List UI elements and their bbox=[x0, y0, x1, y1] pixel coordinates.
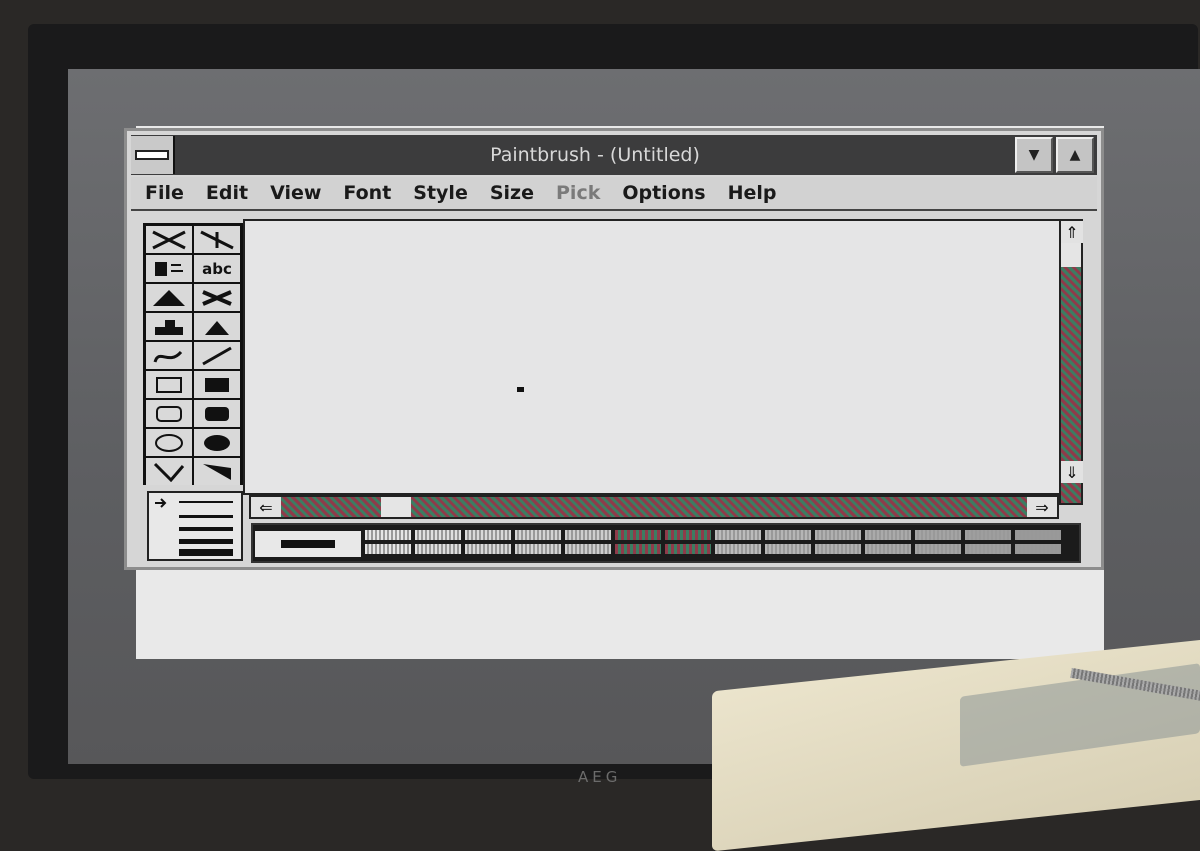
palette-swatch[interactable] bbox=[965, 530, 1011, 540]
paintbrush-window: Paintbrush - (Untitled) ▼ ▲ File Edit Vi… bbox=[124, 128, 1104, 570]
system-menu-icon bbox=[135, 150, 169, 160]
palette-swatch[interactable] bbox=[365, 544, 411, 554]
pick-icon[interactable] bbox=[194, 226, 240, 253]
palette-swatch[interactable] bbox=[665, 544, 711, 554]
palette-swatch[interactable] bbox=[615, 530, 661, 540]
menu-edit[interactable]: Edit bbox=[206, 182, 248, 204]
palette-swatch[interactable] bbox=[765, 544, 811, 554]
scroll-left-arrow[interactable]: ⇐ bbox=[251, 497, 281, 517]
palette-swatch[interactable] bbox=[665, 530, 711, 540]
filled-circle-icon[interactable] bbox=[194, 429, 240, 456]
palette-swatch[interactable] bbox=[365, 530, 411, 540]
rounded-box-icon[interactable] bbox=[146, 400, 192, 427]
mouse-cursor bbox=[517, 387, 524, 392]
menu-file[interactable]: File bbox=[145, 182, 184, 204]
palette-swatch[interactable] bbox=[865, 544, 911, 554]
title-bar: Paintbrush - (Untitled) ▼ ▲ bbox=[131, 135, 1097, 175]
drawing-canvas[interactable] bbox=[243, 219, 1061, 495]
filled-polygon-icon[interactable] bbox=[194, 458, 240, 485]
menu-pick[interactable]: Pick bbox=[556, 182, 600, 204]
color-palette bbox=[251, 523, 1081, 563]
window-title: Paintbrush - (Untitled) bbox=[490, 144, 700, 166]
minimize-icon: ▼ bbox=[1028, 147, 1040, 163]
palette-swatch[interactable] bbox=[615, 544, 661, 554]
scroll-down-arrow[interactable]: ⇓ bbox=[1061, 461, 1083, 483]
palette-swatch[interactable] bbox=[815, 544, 861, 554]
palette-swatch[interactable] bbox=[465, 544, 511, 554]
current-color-indicator[interactable] bbox=[255, 531, 361, 557]
menu-options[interactable]: Options bbox=[622, 182, 705, 204]
palette-swatch[interactable] bbox=[565, 544, 611, 554]
toolbox: abc bbox=[143, 223, 243, 485]
brush-icon[interactable] bbox=[194, 313, 240, 340]
palette-swatch[interactable] bbox=[1015, 530, 1061, 540]
line-width-icon bbox=[155, 498, 233, 556]
scroll-up-arrow[interactable]: ⇑ bbox=[1061, 221, 1083, 243]
palette-swatch[interactable] bbox=[515, 530, 561, 540]
menu-font[interactable]: Font bbox=[343, 182, 391, 204]
horizontal-scrollbar[interactable]: ⇐ ⇒ bbox=[249, 495, 1059, 519]
palette-swatch[interactable] bbox=[565, 530, 611, 540]
vertical-scrollbar[interactable]: ⇑ ⇓ bbox=[1059, 219, 1083, 505]
maximize-icon: ▲ bbox=[1069, 147, 1081, 163]
menu-view[interactable]: View bbox=[270, 182, 321, 204]
palette-swatch[interactable] bbox=[915, 530, 961, 540]
menu-style[interactable]: Style bbox=[413, 182, 468, 204]
circle-icon[interactable] bbox=[146, 429, 192, 456]
color-eraser-icon[interactable] bbox=[146, 284, 192, 311]
airbrush-icon[interactable] bbox=[146, 255, 192, 282]
palette-swatch[interactable] bbox=[765, 530, 811, 540]
minimize-button[interactable]: ▼ bbox=[1015, 137, 1053, 173]
eraser-icon[interactable] bbox=[194, 284, 240, 311]
palette-swatch[interactable] bbox=[965, 544, 1011, 554]
scroll-right-arrow[interactable]: ⇒ bbox=[1027, 497, 1057, 517]
palette-swatch[interactable] bbox=[465, 530, 511, 540]
polygon-icon[interactable] bbox=[146, 458, 192, 485]
horizontal-scroll-thumb[interactable] bbox=[381, 497, 412, 517]
palette-swatch[interactable] bbox=[515, 544, 561, 554]
vertical-scroll-thumb[interactable] bbox=[1061, 243, 1081, 267]
palette-swatch[interactable] bbox=[715, 530, 761, 540]
menu-size[interactable]: Size bbox=[490, 182, 534, 204]
paint-roller-icon[interactable] bbox=[146, 313, 192, 340]
palette-swatch[interactable] bbox=[865, 530, 911, 540]
filled-rounded-box-icon[interactable] bbox=[194, 400, 240, 427]
foreground-color-sample bbox=[281, 540, 335, 548]
menu-bar: File Edit View Font Style Size Pick Opti… bbox=[131, 177, 1097, 211]
line-size-selector[interactable] bbox=[147, 491, 243, 561]
line-icon[interactable] bbox=[194, 342, 240, 369]
filled-box-icon[interactable] bbox=[194, 371, 240, 398]
system-menu-button[interactable] bbox=[131, 136, 175, 174]
text-tool-icon[interactable]: abc bbox=[194, 255, 240, 282]
curve-icon[interactable] bbox=[146, 342, 192, 369]
box-icon[interactable] bbox=[146, 371, 192, 398]
palette-swatch[interactable] bbox=[1015, 544, 1061, 554]
palette-swatch[interactable] bbox=[715, 544, 761, 554]
palette-swatch[interactable] bbox=[815, 530, 861, 540]
maximize-button[interactable]: ▲ bbox=[1056, 137, 1094, 173]
monitor-brand-label: AEG bbox=[578, 768, 622, 786]
palette-swatch[interactable] bbox=[415, 544, 461, 554]
palette-swatch[interactable] bbox=[415, 530, 461, 540]
palette-swatch[interactable] bbox=[915, 544, 961, 554]
menu-help[interactable]: Help bbox=[728, 182, 777, 204]
scissors-icon[interactable] bbox=[146, 226, 192, 253]
